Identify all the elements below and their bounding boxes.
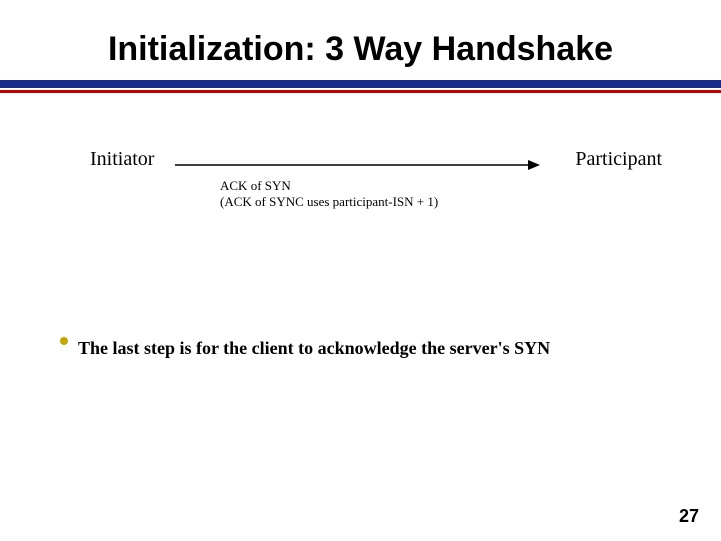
- arrow-icon: [175, 158, 540, 172]
- underline-blue: [0, 80, 721, 88]
- bullet-text: The last step is for the client to ackno…: [78, 338, 550, 358]
- bullet-item: The last step is for the client to ackno…: [60, 338, 680, 359]
- page-number: 27: [679, 506, 699, 527]
- slide-title: Initialization: 3 Way Handshake: [0, 30, 721, 69]
- bullet-dot-icon: [60, 337, 68, 345]
- underline-red: [0, 90, 721, 93]
- arrow-caption: ACK of SYN (ACK of SYNC uses participant…: [220, 178, 438, 211]
- handshake-diagram: Initiator Participant ACK of SYN (ACK of…: [90, 148, 650, 228]
- initiator-label: Initiator: [90, 148, 154, 171]
- title-underline: [0, 80, 721, 93]
- slide: Initialization: 3 Way Handshake Initiato…: [0, 0, 721, 541]
- participant-label: Participant: [575, 148, 662, 171]
- arrow-caption-line2: (ACK of SYNC uses participant-ISN + 1): [220, 194, 438, 209]
- arrow-caption-line1: ACK of SYN: [220, 178, 291, 193]
